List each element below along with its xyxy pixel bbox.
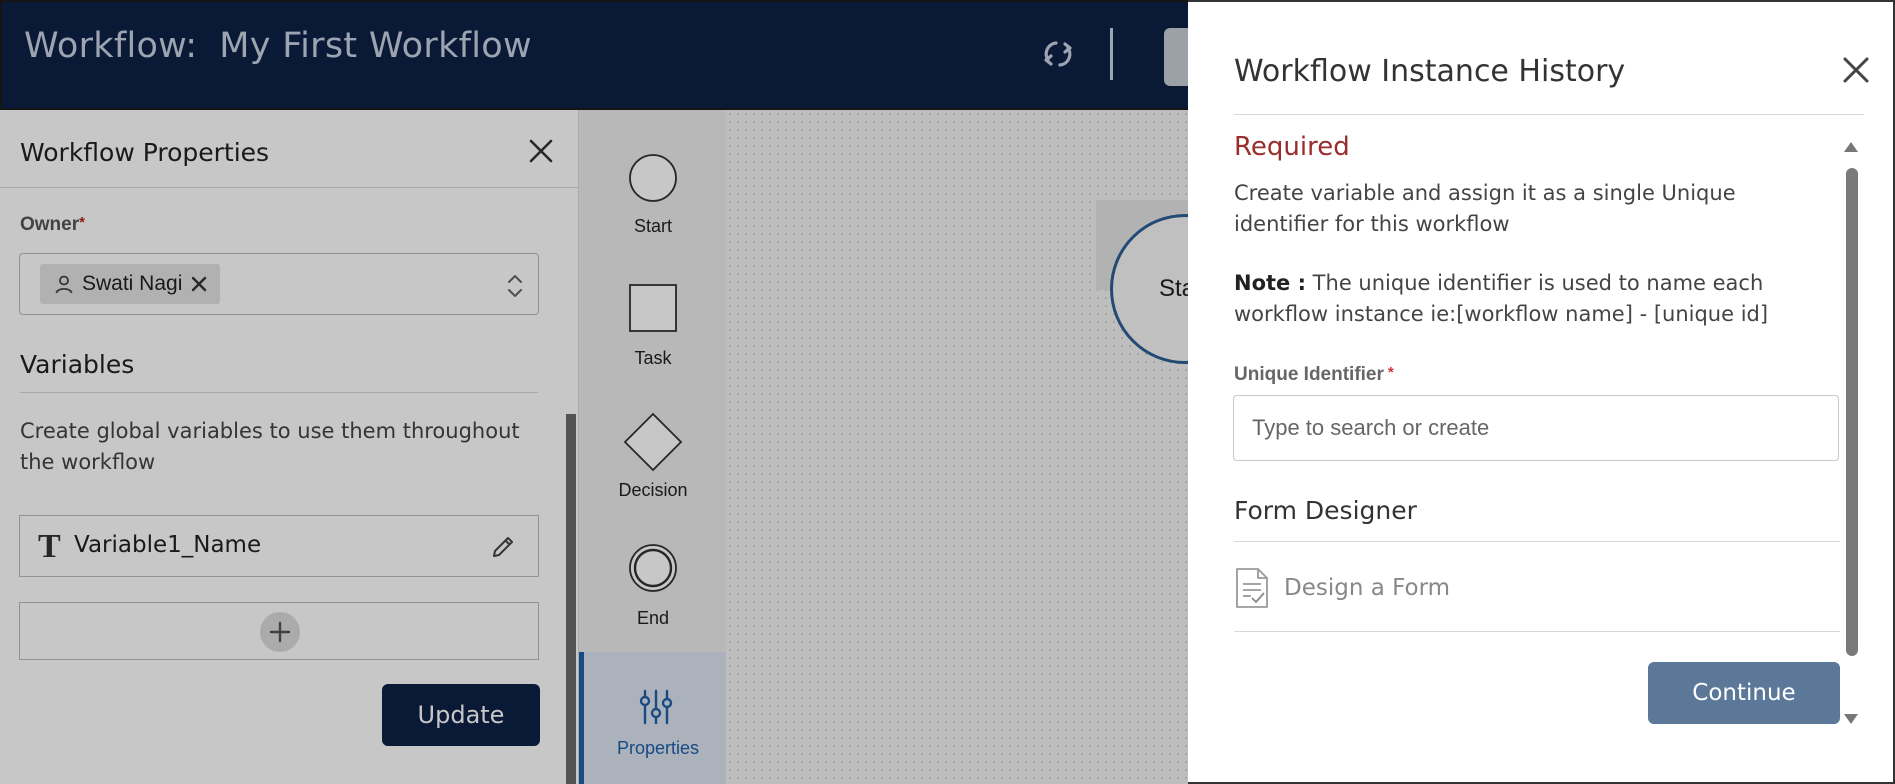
divider (1234, 631, 1840, 632)
page-title: Workflow: My First Workflow (24, 26, 532, 66)
variable-name: Variable1_Name (74, 532, 262, 558)
owner-chip: Swati Nagi (40, 264, 221, 304)
required-mark: * (1387, 364, 1394, 381)
scroll-down-arrow-icon[interactable] (1844, 714, 1858, 724)
unique-identifier-input[interactable] (1233, 395, 1839, 461)
sliders-icon (639, 689, 672, 725)
palette-label: Task (634, 348, 672, 368)
close-icon[interactable] (1842, 56, 1870, 84)
palette-item-properties[interactable]: Properties (579, 652, 727, 784)
divider (1234, 541, 1840, 542)
variables-description: Create global variables to use them thro… (20, 419, 520, 474)
palette-label: Properties (616, 738, 700, 758)
palette-item-decision[interactable]: Decision (579, 400, 727, 530)
modal-scrollbar-thumb[interactable] (1846, 168, 1858, 656)
refresh-icon[interactable] (1038, 34, 1078, 74)
note-label: Note : (1234, 271, 1306, 295)
plus-icon (260, 612, 300, 652)
variables-title: Variables (20, 350, 135, 379)
decision-diamond-icon (623, 412, 683, 472)
palette-label: Start (633, 216, 672, 236)
palette-item-task[interactable]: Task (579, 270, 727, 400)
owner-name: Swati Nagi (82, 272, 183, 295)
shape-palette: Start Task Decision End Properties (578, 110, 727, 784)
note-body: The unique identifier is used to name ea… (1234, 271, 1769, 326)
palette-item-start[interactable]: Start (579, 140, 727, 270)
chevron-updown-icon (508, 275, 522, 297)
design-form-link[interactable]: Design a Form (1234, 566, 1450, 610)
form-document-icon (1236, 568, 1268, 608)
variable-row[interactable]: T Variable1_Name (19, 515, 539, 577)
required-title: Required (1234, 132, 1350, 162)
text-type-icon: T (38, 528, 61, 565)
modal-title: Workflow Instance History (1234, 54, 1626, 89)
add-variable-button[interactable] (19, 602, 539, 660)
palette-item-end[interactable]: End (579, 530, 727, 660)
workflow-instance-history-panel: Workflow Instance History Required Creat… (1188, 0, 1895, 784)
unique-identifier-label: Unique Identifier * (1234, 364, 1394, 386)
title-prefix: Workflow: (24, 26, 198, 66)
workflow-name: My First Workflow (219, 26, 532, 66)
workflow-canvas[interactable]: Sta (726, 110, 1260, 784)
pencil-icon[interactable] (490, 534, 516, 560)
form-designer-title: Form Designer (1234, 496, 1417, 525)
note-text: Note : The unique identifier is used to … (1234, 268, 1834, 330)
owner-select[interactable]: Swati Nagi (19, 253, 539, 315)
update-button[interactable]: Update (382, 684, 540, 746)
scroll-up-arrow-icon[interactable] (1844, 142, 1858, 152)
properties-scrollbar[interactable] (566, 414, 576, 784)
properties-title: Workflow Properties (20, 138, 270, 167)
owner-label: Owner* (20, 214, 85, 236)
design-form-label: Design a Form (1284, 575, 1451, 601)
workflow-properties-panel: Workflow Properties Owner* Swati Nagi Va… (0, 110, 578, 784)
task-square-icon (629, 284, 677, 332)
unique-identifier-label-text: Unique Identifier (1234, 364, 1384, 385)
remove-owner-icon[interactable] (190, 275, 208, 293)
start-circle-icon (629, 154, 677, 202)
required-mark: * (79, 214, 85, 231)
user-icon (55, 275, 73, 294)
divider (20, 392, 538, 393)
required-description: Create variable and assign it as a singl… (1234, 181, 1736, 236)
divider (1234, 114, 1864, 115)
close-icon[interactable] (528, 138, 554, 164)
end-circle-icon (629, 544, 677, 592)
properties-header: Workflow Properties (0, 110, 578, 188)
header-divider (1110, 28, 1113, 80)
palette-label: Decision (618, 480, 688, 500)
palette-label: End (636, 608, 670, 628)
continue-button[interactable]: Continue (1648, 662, 1840, 724)
owner-label-text: Owner (20, 214, 80, 235)
